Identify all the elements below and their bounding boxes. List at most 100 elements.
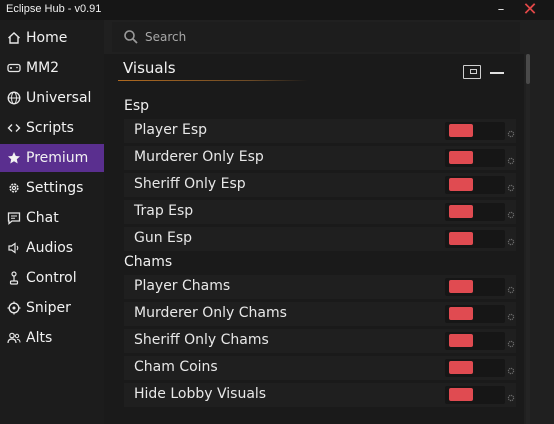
settings-icon[interactable] <box>507 394 515 402</box>
row-label: Player Esp <box>134 122 208 138</box>
toggle-switch[interactable] <box>445 278 505 296</box>
toggle-row-sheriff-only-esp[interactable]: Sheriff Only Esp <box>124 173 516 197</box>
row-label: Cham Coins <box>134 359 218 375</box>
minimize-button[interactable]: – <box>488 0 514 20</box>
row-label: Sheriff Only Esp <box>134 176 246 192</box>
toggle-knob <box>449 232 473 245</box>
toggle-switch[interactable] <box>445 149 505 167</box>
scrollbar-thumb[interactable] <box>526 54 530 84</box>
home-icon <box>7 31 21 45</box>
settings-icon[interactable] <box>507 367 515 375</box>
sidebar: Home MM2 Universal Scripts Premium Setti… <box>0 20 104 424</box>
sidebar-item-label: Audios <box>26 240 74 256</box>
toggle-switch[interactable] <box>445 203 505 221</box>
globe-icon <box>7 91 21 105</box>
row-label: Player Chams <box>134 278 231 294</box>
toggle-switch[interactable] <box>445 332 505 350</box>
sidebar-item-label: Alts <box>26 330 53 346</box>
panel-title: Visuals <box>123 59 176 77</box>
search-icon <box>124 30 138 44</box>
settings-icon[interactable] <box>507 313 515 321</box>
toggle-knob <box>449 124 473 137</box>
star-icon <box>7 151 21 165</box>
collapse-icon[interactable] <box>490 72 504 74</box>
toggle-knob <box>449 388 473 401</box>
toggle-switch[interactable] <box>445 305 505 323</box>
sidebar-item-label: Control <box>26 270 77 286</box>
search-bar[interactable] <box>112 22 520 52</box>
row-label: Hide Lobby Visuals <box>134 386 267 402</box>
crosshair-icon <box>7 301 21 315</box>
toggle-switch[interactable] <box>445 359 505 377</box>
toggle-switch[interactable] <box>445 230 505 248</box>
speaker-icon <box>7 241 21 255</box>
sidebar-item-label: Chat <box>26 210 59 226</box>
settings-icon[interactable] <box>507 238 515 246</box>
window-toggle-icon[interactable] <box>463 65 481 79</box>
toggle-switch[interactable] <box>445 386 505 404</box>
visuals-panel: Visuals Esp Player Esp Murderer Only Esp… <box>104 54 524 424</box>
toggle-knob <box>449 151 473 164</box>
row-label: Murderer Only Esp <box>134 149 264 165</box>
section-esp-label: Esp <box>124 98 150 114</box>
search-input[interactable] <box>145 28 505 46</box>
sidebar-item-label: Premium <box>26 150 89 166</box>
toggle-knob <box>449 307 473 320</box>
sidebar-item-label: MM2 <box>26 60 60 76</box>
close-button[interactable]: ✕ <box>516 0 544 20</box>
row-label: Gun Esp <box>134 230 193 246</box>
sidebar-item-control[interactable]: Control <box>0 264 104 292</box>
sidebar-item-alts[interactable]: Alts <box>0 324 104 352</box>
settings-icon[interactable] <box>507 157 515 165</box>
sidebar-item-label: Universal <box>26 90 92 106</box>
toggle-row-hide-lobby-visuals[interactable]: Hide Lobby Visuals <box>124 383 516 407</box>
scrollbar-track[interactable] <box>526 54 530 424</box>
toggle-row-murderer-only-esp[interactable]: Murderer Only Esp <box>124 146 516 170</box>
settings-icon[interactable] <box>507 184 515 192</box>
toggle-knob <box>449 334 473 347</box>
window-title: Eclipse Hub - v0.91 <box>6 3 102 15</box>
users-icon <box>7 331 21 345</box>
toggle-knob <box>449 178 473 191</box>
toggle-row-trap-esp[interactable]: Trap Esp <box>124 200 516 224</box>
toggle-row-player-chams[interactable]: Player Chams <box>124 275 516 299</box>
toggle-row-cham-coins[interactable]: Cham Coins <box>124 356 516 380</box>
settings-icon[interactable] <box>507 340 515 348</box>
sidebar-item-mm2[interactable]: MM2 <box>0 54 104 82</box>
section-chams-label: Chams <box>124 254 173 270</box>
sidebar-item-chat[interactable]: Chat <box>0 204 104 232</box>
sidebar-item-sniper[interactable]: Sniper <box>0 294 104 322</box>
panel-title-underline <box>118 80 308 81</box>
content-area: Visuals Esp Player Esp Murderer Only Esp… <box>104 20 554 424</box>
row-label: Trap Esp <box>134 203 194 219</box>
sidebar-item-label: Settings <box>26 180 84 196</box>
row-label: Sheriff Only Chams <box>134 332 269 348</box>
sidebar-item-label: Scripts <box>26 120 74 136</box>
row-label: Murderer Only Chams <box>134 305 287 321</box>
toggle-switch[interactable] <box>445 122 505 140</box>
sidebar-item-premium[interactable]: Premium <box>0 144 104 172</box>
toggle-row-sheriff-only-chams[interactable]: Sheriff Only Chams <box>124 329 516 353</box>
toggle-knob <box>449 361 473 374</box>
settings-icon[interactable] <box>507 130 515 138</box>
sidebar-item-home[interactable]: Home <box>0 24 104 52</box>
sidebar-item-label: Sniper <box>26 300 71 316</box>
sidebar-item-settings[interactable]: Settings <box>0 174 104 202</box>
settings-icon[interactable] <box>507 211 515 219</box>
sidebar-item-universal[interactable]: Universal <box>0 84 104 112</box>
gamepad-icon <box>7 61 21 75</box>
toggle-row-murderer-only-chams[interactable]: Murderer Only Chams <box>124 302 516 326</box>
chat-icon <box>7 211 21 225</box>
code-icon <box>7 121 21 135</box>
toggle-row-gun-esp[interactable]: Gun Esp <box>124 227 516 251</box>
toggle-switch[interactable] <box>445 176 505 194</box>
joystick-icon <box>7 271 21 285</box>
settings-icon[interactable] <box>507 286 515 294</box>
sidebar-item-audios[interactable]: Audios <box>0 234 104 262</box>
toggle-knob <box>449 280 473 293</box>
sidebar-item-label: Home <box>26 30 68 46</box>
toggle-row-player-esp[interactable]: Player Esp <box>124 119 516 143</box>
title-bar: Eclipse Hub - v0.91 – ✕ <box>0 0 554 20</box>
gear-icon <box>7 181 21 195</box>
sidebar-item-scripts[interactable]: Scripts <box>0 114 104 142</box>
